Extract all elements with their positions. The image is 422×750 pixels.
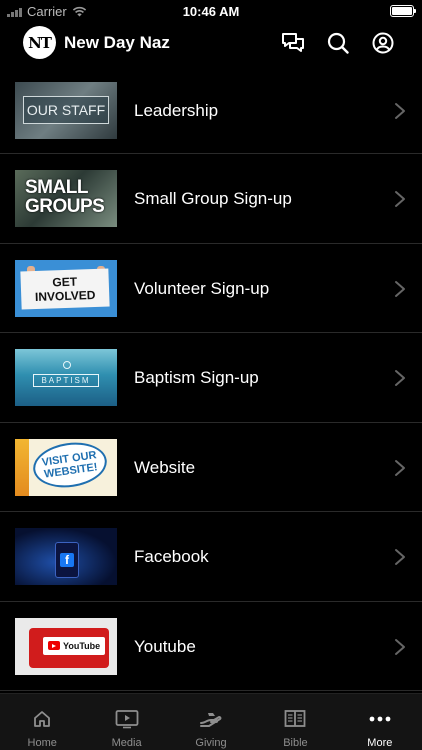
website-thumbnail: VISIT OUR WEBSITE! — [15, 438, 117, 496]
tab-label: Home — [27, 737, 57, 749]
list-item-youtube[interactable]: YouTube Youtube — [0, 602, 422, 691]
youtube-thumbnail: YouTube — [15, 617, 117, 675]
tab-label: Bible — [283, 737, 308, 749]
thumbnail-text: VISIT OUR WEBSITE! — [30, 438, 110, 492]
search-button[interactable] — [325, 30, 351, 56]
list-item-label: Small Group Sign-up — [134, 189, 292, 208]
tab-label: More — [367, 737, 393, 749]
chevron-right-icon — [395, 638, 405, 655]
small-groups-thumbnail: SMALL GROUPS — [15, 170, 117, 227]
account-icon — [372, 32, 394, 54]
list-item-label: Facebook — [134, 547, 209, 566]
chevron-right-icon — [395, 280, 405, 297]
tab-label: Media — [111, 737, 142, 749]
list-item-label: Website — [134, 457, 196, 477]
list-item-volunteer[interactable]: GET INVOLVED Volunteer Sign-up — [0, 244, 422, 333]
thumbnail-text: BAPTISM — [33, 374, 99, 387]
list-item-label: Volunteer Sign-up — [134, 278, 270, 298]
church-logo[interactable]: NT — [23, 26, 56, 59]
tab-giving[interactable]: Giving — [169, 694, 253, 750]
search-icon — [327, 32, 349, 54]
thumbnail-text: SMALL GROUPS — [25, 177, 105, 217]
tab-media[interactable]: Media — [84, 694, 168, 750]
baptism-thumbnail: BAPTISM — [15, 349, 117, 406]
facebook-thumbnail: f — [15, 528, 117, 585]
list-item-website[interactable]: VISIT OUR WEBSITE! Website — [0, 423, 422, 512]
list-item-label: Baptism Sign-up — [134, 368, 259, 387]
chevron-right-icon — [395, 459, 405, 476]
app-header: NT New Day Naz — [0, 22, 422, 68]
tab-more[interactable]: More — [338, 694, 422, 750]
leadership-thumbnail: OUR STAFF — [15, 82, 117, 139]
bible-icon — [285, 710, 306, 727]
phone-icon: f — [55, 542, 79, 578]
giving-icon — [200, 713, 222, 727]
tab-label: Giving — [195, 737, 227, 749]
tab-bar: Home Media Giving Bible More — [0, 693, 422, 750]
chevron-right-icon — [395, 370, 405, 386]
home-icon — [34, 711, 51, 727]
thumbnail-text: OUR STAFF — [23, 96, 109, 124]
chat-icon — [282, 33, 304, 52]
media-icon — [115, 710, 139, 729]
chevron-right-icon — [395, 103, 405, 119]
list-item-facebook[interactable]: f Facebook — [0, 512, 422, 602]
chevron-right-icon — [395, 191, 405, 207]
list-item-label: Leadership — [134, 101, 219, 120]
thumbnail-text: YouTube — [63, 640, 101, 651]
facebook-icon: f — [60, 553, 74, 567]
status-time: 10:46 AM — [182, 4, 240, 19]
more-icon — [369, 716, 391, 722]
battery-icon — [390, 5, 416, 17]
list-item-label: Youtube — [134, 636, 196, 656]
chevron-right-icon — [395, 549, 405, 565]
list-item-leadership[interactable]: OUR STAFF Leadership — [0, 68, 422, 154]
play-icon — [48, 641, 60, 650]
more-list: OUR STAFF Leadership SMALL GROUPS Small … — [0, 68, 422, 693]
volunteer-thumbnail: GET INVOLVED — [15, 259, 117, 317]
thumbnail-text: GET INVOLVED — [20, 267, 110, 310]
list-item-small-group[interactable]: SMALL GROUPS Small Group Sign-up — [0, 154, 422, 244]
account-button[interactable] — [370, 30, 396, 56]
chat-button[interactable] — [280, 30, 306, 56]
youtube-icon: YouTube — [43, 636, 106, 655]
app-title: New Day Naz — [64, 33, 170, 52]
status-bar: Carrier 10:46 AM — [0, 0, 422, 22]
tab-bible[interactable]: Bible — [253, 694, 337, 750]
list-item-baptism[interactable]: BAPTISM Baptism Sign-up — [0, 333, 422, 423]
tab-home[interactable]: Home — [0, 694, 84, 750]
